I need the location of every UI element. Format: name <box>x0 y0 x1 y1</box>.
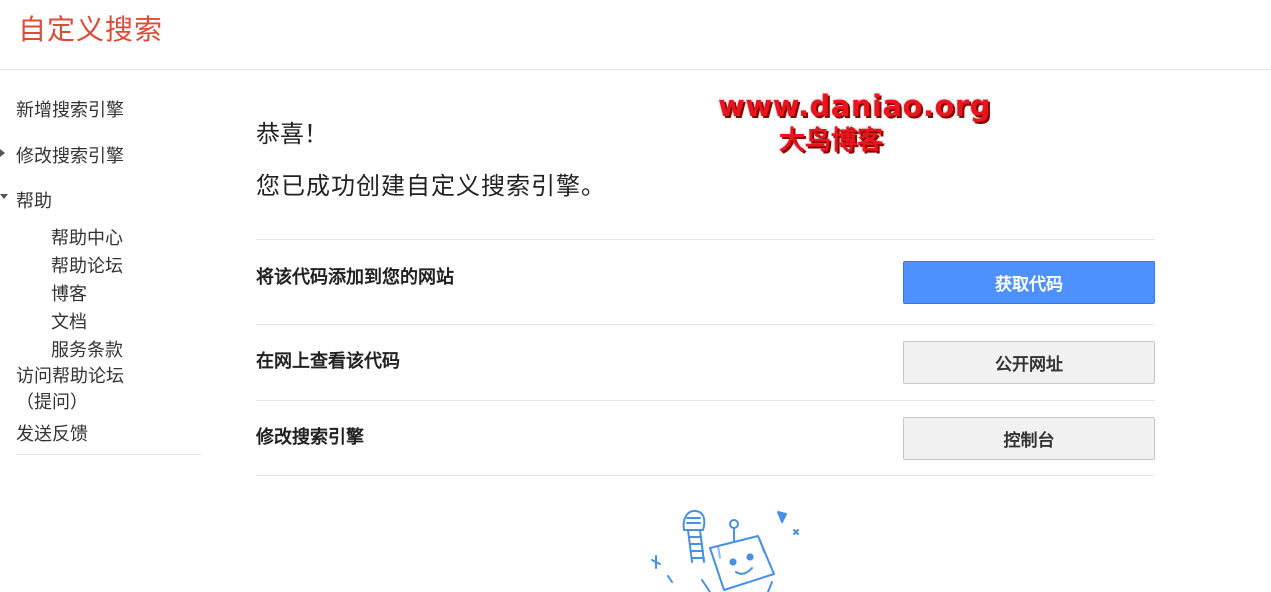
public-url-button[interactable]: 公开网址 <box>903 341 1155 384</box>
send-feedback-link[interactable]: 发送反馈 <box>16 420 88 446</box>
control-panel-button[interactable]: 控制台 <box>903 417 1155 460</box>
visit-forum-line2: （提问） <box>16 392 88 413</box>
sidebar-item-label: 帮助 <box>16 191 52 212</box>
watermark-url: www.daniao.org <box>718 89 991 123</box>
chevron-down-icon <box>0 194 8 199</box>
sidebar-item-edit-engine[interactable]: 修改搜索引擎 <box>0 142 124 168</box>
divider <box>256 400 1155 401</box>
sidebar-divider <box>16 454 201 455</box>
visit-forum-link[interactable]: 访问帮助论坛 （提问） <box>16 362 124 414</box>
app-title: 自定义搜索 <box>18 13 164 46</box>
success-message: 您已成功创建自定义搜索引擎。 <box>256 172 606 200</box>
help-center-link[interactable]: 帮助中心 <box>51 224 123 250</box>
add-code-label: 将该代码添加到您的网站 <box>256 267 454 288</box>
watermark: www.daniao.org 大鸟博客 <box>718 88 991 158</box>
sidebar-item-help[interactable]: 帮助 <box>0 187 52 213</box>
page-header: 自定义搜索 <box>0 0 1271 70</box>
robot-mascot-icon <box>651 509 799 592</box>
watermark-name: 大鸟博客 <box>778 126 883 156</box>
docs-link[interactable]: 文档 <box>51 308 87 334</box>
visit-forum-line1: 访问帮助论坛 <box>16 366 124 387</box>
divider <box>256 239 1155 240</box>
divider <box>256 475 1155 476</box>
blog-link[interactable]: 博客 <box>51 280 87 306</box>
terms-link[interactable]: 服务条款 <box>51 336 123 362</box>
help-forum-link[interactable]: 帮助论坛 <box>51 252 123 278</box>
sidebar-item-label: 修改搜索引擎 <box>16 146 124 167</box>
view-code-label: 在网上查看该代码 <box>256 351 400 372</box>
congrats-heading: 恭喜！ <box>256 120 328 148</box>
edit-engine-label: 修改搜索引擎 <box>256 427 364 448</box>
sidebar: 新增搜索引擎 修改搜索引擎 帮助 帮助中心 帮助论坛 博客 文档 服务条款 访问… <box>0 70 205 470</box>
divider <box>256 324 1155 325</box>
sidebar-item-new-engine[interactable]: 新增搜索引擎 <box>16 96 124 122</box>
get-code-button[interactable]: 获取代码 <box>903 261 1155 304</box>
chevron-right-icon <box>0 149 5 157</box>
